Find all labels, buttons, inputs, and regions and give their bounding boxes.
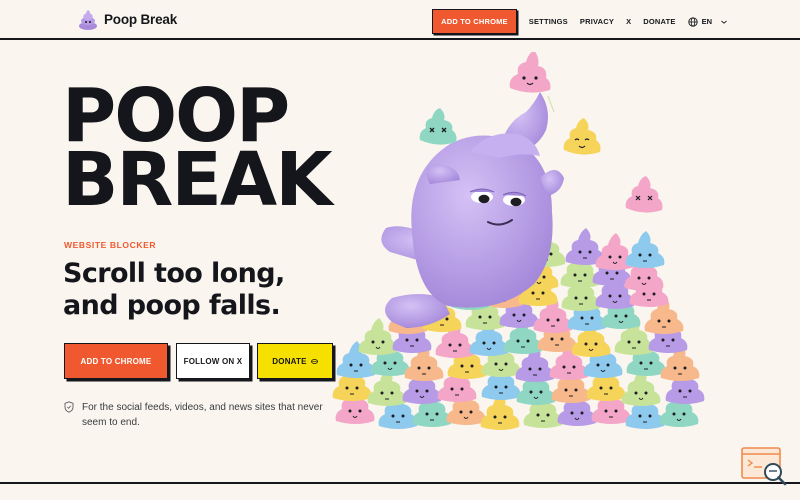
chevron-down-icon (721, 20, 727, 24)
hero-title: POOP BREAK (62, 79, 333, 223)
nav-donate-link[interactable]: DONATE (643, 17, 675, 26)
bottom-divider (0, 482, 800, 484)
site-header: Poop Break ADD TO CHROME SETTINGS PRIVAC… (0, 0, 800, 40)
follow-on-x-button[interactable]: FOLLOW ON X (176, 343, 250, 379)
nav-privacy-link[interactable]: PRIVACY (580, 17, 614, 26)
eyebrow-label: WEBSITE BLOCKER (64, 240, 157, 250)
hero-subtitle-line-1: Scroll too long, (63, 258, 285, 289)
hero-title-line-2: BREAK (62, 137, 333, 223)
hero-subtitle: Scroll too long, and poop falls. (63, 258, 285, 322)
brand-name: Poop Break (104, 11, 178, 27)
search-window-icon[interactable] (740, 446, 790, 488)
hero-illustration (332, 52, 705, 430)
donate-button-label: DONATE (272, 356, 307, 366)
add-to-chrome-button[interactable]: ADD TO CHROME (64, 343, 168, 379)
main-nav: ADD TO CHROME SETTINGS PRIVACY X DONATE … (432, 9, 728, 34)
language-label: EN (701, 17, 712, 26)
nav-x-link[interactable]: X (626, 17, 631, 26)
nav-add-to-chrome-button[interactable]: ADD TO CHROME (432, 9, 517, 34)
hero-subtitle-line-2: and poop falls. (63, 290, 281, 321)
feature-note: For the social feeds, videos, and news s… (64, 400, 344, 430)
poop-logo-icon (79, 10, 97, 30)
pile-poop (625, 231, 665, 268)
shield-icon (64, 401, 74, 413)
language-selector[interactable]: EN (687, 16, 728, 27)
nav-settings-link[interactable]: SETTINGS (529, 17, 568, 26)
brand-link[interactable]: Poop Break (78, 8, 177, 30)
feature-note-text: For the social feeds, videos, and news s… (82, 402, 323, 428)
globe-icon (687, 16, 698, 27)
coin-icon (310, 359, 318, 364)
